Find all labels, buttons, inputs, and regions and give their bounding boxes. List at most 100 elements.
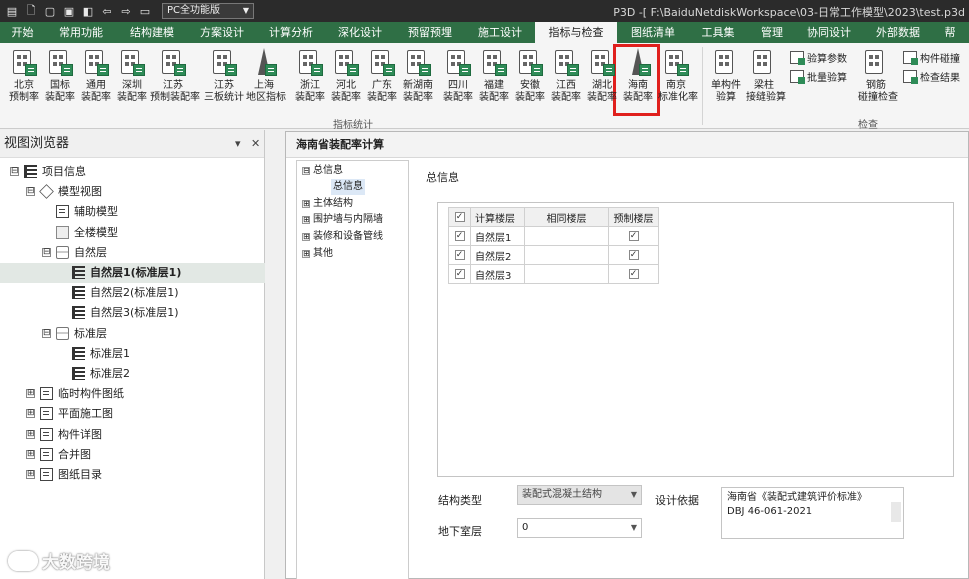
structure-type-select[interactable]: 装配式混凝土结构 ▼ <box>517 485 642 505</box>
ribbon-button-6[interactable]: 上海 地区指标 <box>246 47 286 111</box>
prefab-checkbox[interactable]: ✓ <box>608 226 659 246</box>
expand-toggle-icon[interactable]: ⊞ <box>26 449 35 459</box>
folder-icon[interactable]: ▤ <box>5 4 19 18</box>
tab-7[interactable]: 施工设计 <box>465 22 535 43</box>
ribbon-button-16[interactable]: 海南 装配率 <box>620 47 656 111</box>
app-mode-select[interactable]: PC全功能版 ▼ <box>162 3 254 19</box>
ribbon-button-3[interactable]: 深圳 装配率 <box>114 47 150 111</box>
row-checkbox[interactable]: ✓ <box>448 245 471 265</box>
same-floor-cell[interactable] <box>524 264 609 284</box>
ribbon-button-5[interactable]: 江苏 三板统计 <box>201 47 247 111</box>
ribbon-button-14[interactable]: 江西 装配率 <box>548 47 584 111</box>
row-checkbox[interactable]: ✓ <box>448 226 471 246</box>
close-icon[interactable]: ✕ <box>251 130 260 158</box>
tree-item[interactable]: 自然层2(标准层1) <box>0 283 265 303</box>
tree-item[interactable]: ⊟ 自然层 <box>0 243 265 263</box>
tab-6[interactable]: 预留预埋 <box>395 22 465 43</box>
ribbon-button-18[interactable]: 单构件 验算 <box>708 47 744 111</box>
row-checkbox[interactable]: ✓ <box>448 264 471 284</box>
tree-item[interactable]: 辅助模型 <box>0 202 265 222</box>
tree-item[interactable]: ⊟ 模型视图 <box>0 182 265 202</box>
same-floor-cell[interactable] <box>524 226 609 246</box>
check-results-button[interactable]: 检查结果 <box>903 69 960 84</box>
tree-item[interactable]: ⊞ 合并图 <box>0 445 265 465</box>
ribbon-button-12[interactable]: 福建 装配率 <box>476 47 512 111</box>
expand-toggle-icon[interactable]: ⊞ <box>302 233 310 241</box>
same-floor-cell[interactable] <box>524 245 609 265</box>
tree-item[interactable]: 自然层1(标准层1) <box>0 263 265 283</box>
tab-11[interactable]: 管理 <box>747 22 797 43</box>
check-params-button[interactable]: 验算参数 <box>790 50 847 65</box>
ribbon-button-20[interactable]: 钢筋 碰撞检查 <box>858 47 898 111</box>
scrollbar[interactable] <box>891 502 901 522</box>
batch-check-button[interactable]: 批量验算 <box>790 69 847 84</box>
pin-icon[interactable]: ▾ <box>235 130 241 158</box>
tree-item[interactable]: ⊞ 图纸目录 <box>0 465 265 485</box>
tab-13[interactable]: 外部数据 <box>861 22 935 43</box>
expand-toggle-icon[interactable]: ⊞ <box>26 429 35 439</box>
expand-toggle-icon[interactable]: ⊟ <box>26 187 35 197</box>
table-row[interactable]: ✓ 自然层2 ✓ <box>448 245 659 265</box>
ribbon-button-4[interactable]: 江苏 预制装配率 <box>150 47 200 111</box>
expand-toggle-icon[interactable]: ⊞ <box>26 470 35 479</box>
tab-0[interactable]: 开始 <box>0 22 45 43</box>
expand-toggle-icon[interactable]: ⊞ <box>26 389 35 399</box>
window-icon[interactable]: ▭ <box>138 4 152 18</box>
undo-icon[interactable]: ⇦ <box>100 4 114 18</box>
tree-item[interactable]: ⊟ 标准层 <box>0 324 265 344</box>
tab-1[interactable]: 常用功能 <box>45 22 117 43</box>
ribbon-button-8[interactable]: 河北 装配率 <box>328 47 364 111</box>
ribbon-button-7[interactable]: 浙江 装配率 <box>292 47 328 111</box>
ribbon-button-13[interactable]: 安徽 装配率 <box>512 47 548 111</box>
design-basis-field[interactable]: 海南省《装配式建筑评价标准》 DBJ 46-061-2021 <box>721 487 904 539</box>
tab-2[interactable]: 结构建模 <box>117 22 187 43</box>
ribbon-button-0[interactable]: 北京 预制率 <box>6 47 42 111</box>
ribbon-button-11[interactable]: 四川 装配率 <box>440 47 476 111</box>
tab-8[interactable]: 指标与检查 <box>535 22 617 43</box>
tab-12[interactable]: 协同设计 <box>797 22 861 43</box>
component-collision-button[interactable]: 构件碰撞 <box>903 50 960 65</box>
expand-toggle-icon[interactable]: ⊟ <box>42 247 51 257</box>
tab-9[interactable]: 图纸清单 <box>617 22 689 43</box>
expand-toggle-icon[interactable]: ⊟ <box>10 167 19 176</box>
basement-select[interactable]: 0 ▼ <box>517 518 642 538</box>
tree-item[interactable]: ⊟ 项目信息 <box>0 162 265 182</box>
table-row[interactable]: ✓ 自然层3 ✓ <box>448 264 659 284</box>
expand-toggle-icon[interactable]: ⊞ <box>26 409 35 419</box>
save-as-icon[interactable]: ◧ <box>81 4 95 18</box>
ribbon-button-label: 广东 <box>372 80 392 91</box>
prefab-checkbox[interactable]: ✓ <box>608 245 659 265</box>
save-icon[interactable]: ▣ <box>62 4 76 18</box>
ribbon-button-15[interactable]: 湖北 装配率 <box>584 47 620 111</box>
prefab-checkbox[interactable]: ✓ <box>608 264 659 284</box>
tab-3[interactable]: 方案设计 <box>187 22 257 43</box>
tree-item[interactable]: ⊞ 构件详图 <box>0 425 265 445</box>
ribbon-button-2[interactable]: 通用 装配率 <box>78 47 114 111</box>
header-checkbox[interactable]: ✓ <box>448 207 471 227</box>
tab-14[interactable]: 帮 <box>935 22 965 43</box>
expand-toggle-icon[interactable]: ⊞ <box>302 250 310 258</box>
tree-item[interactable]: 全楼模型 <box>0 223 265 243</box>
tree-item[interactable]: ⊞ 临时构件图纸 <box>0 384 265 404</box>
open-file-icon[interactable]: ▢ <box>43 4 57 18</box>
tree-item-label: 自然层1(标准层1) <box>90 266 182 279</box>
ribbon-button-17[interactable]: 南京 标准化率 <box>658 47 698 111</box>
tab-5[interactable]: 深化设计 <box>325 22 395 43</box>
ribbon-button-9[interactable]: 广东 装配率 <box>364 47 400 111</box>
expand-toggle-icon[interactable]: ⊞ <box>302 216 310 224</box>
ribbon-button-1[interactable]: 国标 装配率 <box>42 47 78 111</box>
new-file-icon[interactable]: 🗋 <box>24 4 38 18</box>
tree-item[interactable]: ⊞ 平面施工图 <box>0 404 265 424</box>
ribbon-button-19[interactable]: 梁柱 接缝验算 <box>746 47 786 111</box>
tree-item[interactable]: 自然层3(标准层1) <box>0 303 265 323</box>
tree-item[interactable]: 标准层2 <box>0 364 265 384</box>
redo-icon[interactable]: ⇨ <box>119 4 133 18</box>
expand-toggle-icon[interactable]: ⊟ <box>302 167 310 175</box>
tab-4[interactable]: 计算分析 <box>257 22 325 43</box>
ribbon-button-10[interactable]: 新湖南 装配率 <box>400 47 436 111</box>
expand-toggle-icon[interactable]: ⊟ <box>42 328 51 338</box>
table-row[interactable]: ✓ 自然层1 ✓ <box>448 226 659 246</box>
expand-toggle-icon[interactable]: ⊞ <box>302 200 310 208</box>
tree-item[interactable]: 标准层1 <box>0 344 265 364</box>
tab-10[interactable]: 工具集 <box>689 22 747 43</box>
